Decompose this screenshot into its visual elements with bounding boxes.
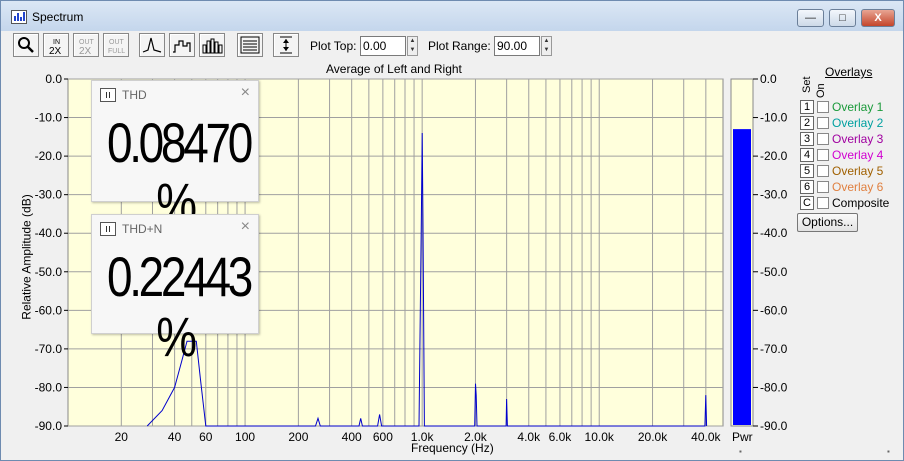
meter-pause-icon[interactable] bbox=[100, 222, 116, 236]
overlay-set-button[interactable]: 1 bbox=[800, 100, 814, 114]
options-button[interactable]: Options... bbox=[797, 213, 858, 232]
overlay-label: Overlay 6 bbox=[832, 180, 884, 194]
x-tick-label: 20 bbox=[115, 430, 129, 444]
overlay-label: Overlay 1 bbox=[832, 100, 884, 114]
overlay-row: 3 Overlay 3 bbox=[800, 132, 904, 146]
overlay-on-checkbox[interactable] bbox=[817, 133, 829, 145]
x-axis-label: Frequency (Hz) bbox=[411, 441, 494, 455]
y-tick-label: 0.0 bbox=[45, 72, 62, 86]
x-tick-label: 200 bbox=[288, 430, 308, 444]
power-meter-label: Pwr bbox=[732, 430, 753, 444]
power-tick-label: -60.0 bbox=[760, 303, 788, 317]
overlay-on-checkbox[interactable] bbox=[817, 165, 829, 177]
x-tick-label: 40.0k bbox=[691, 430, 721, 444]
power-tick-label: -70.0 bbox=[760, 342, 788, 356]
overlay-row: 5 Overlay 5 bbox=[800, 164, 904, 178]
overlay-on-checkbox[interactable] bbox=[817, 197, 829, 209]
thdn-value: 0.22443 % bbox=[106, 245, 253, 368]
x-tick-label: 400 bbox=[342, 430, 362, 444]
overlay-set-button[interactable]: 2 bbox=[800, 116, 814, 130]
y-tick-label: -90.0 bbox=[35, 419, 63, 433]
y-tick-label: -20.0 bbox=[35, 149, 63, 163]
on-column-header: On bbox=[815, 83, 827, 98]
thdn-meter-panel[interactable]: THD+N × 0.22443 % bbox=[91, 214, 259, 367]
thd-meter-name: THD bbox=[122, 88, 147, 102]
power-tick-label: -50.0 bbox=[760, 265, 788, 279]
overlay-row: 2 Overlay 2 bbox=[800, 116, 904, 130]
overlay-set-button[interactable]: 3 bbox=[800, 132, 814, 146]
overlay-on-checkbox[interactable] bbox=[817, 181, 829, 193]
overlay-row: 6 Overlay 6 bbox=[800, 180, 904, 194]
power-tick-label: -90.0 bbox=[760, 419, 788, 433]
x-tick-label: 20.0k bbox=[638, 430, 668, 444]
power-tick-label: -40.0 bbox=[760, 226, 788, 240]
overlay-row: 1 Overlay 1 bbox=[800, 100, 904, 114]
overlay-row: C Composite bbox=[800, 196, 904, 210]
y-tick-label: -40.0 bbox=[35, 226, 63, 240]
thd-meter-header[interactable]: THD × bbox=[92, 81, 258, 107]
x-tick-label: 4.0k bbox=[517, 430, 541, 444]
y-tick-label: -70.0 bbox=[35, 342, 63, 356]
power-tick-label: -20.0 bbox=[760, 149, 788, 163]
x-tick-label: 10.0k bbox=[585, 430, 615, 444]
y-tick-label: -60.0 bbox=[35, 303, 63, 317]
overlay-on-checkbox[interactable] bbox=[817, 149, 829, 161]
y-tick-label: -80.0 bbox=[35, 380, 63, 394]
power-tick-label: -10.0 bbox=[760, 111, 788, 125]
power-tick-label: 0.0 bbox=[760, 72, 777, 86]
overlay-set-button[interactable]: C bbox=[800, 196, 814, 210]
x-tick-label: 60 bbox=[199, 430, 213, 444]
thd-close-icon[interactable]: × bbox=[241, 84, 250, 102]
thdn-close-icon[interactable]: × bbox=[241, 218, 250, 236]
overlay-label: Overlay 5 bbox=[832, 164, 884, 178]
thdn-meter-name: THD+N bbox=[122, 222, 163, 236]
x-tick-label: 6.0k bbox=[549, 430, 573, 444]
overlays-title: Overlays bbox=[825, 65, 873, 79]
resize-grip-corner[interactable]: ▪ bbox=[887, 447, 890, 456]
overlay-on-checkbox[interactable] bbox=[817, 117, 829, 129]
power-tick-label: -80.0 bbox=[760, 380, 788, 394]
overlay-label: Overlay 2 bbox=[832, 116, 884, 130]
power-meter-bar bbox=[733, 129, 751, 425]
power-tick-label: -30.0 bbox=[760, 188, 788, 202]
y-tick-label: -50.0 bbox=[35, 265, 63, 279]
overlay-set-button[interactable]: 4 bbox=[800, 148, 814, 162]
overlay-label: Composite bbox=[832, 196, 890, 210]
y-tick-label: -10.0 bbox=[35, 111, 63, 125]
x-tick-label: 100 bbox=[235, 430, 255, 444]
y-axis-label: Relative Amplitude (dB) bbox=[19, 194, 34, 320]
plot-title: Average of Left and Right bbox=[326, 62, 462, 76]
y-tick-label: -30.0 bbox=[35, 188, 63, 202]
x-tick-label: 600 bbox=[373, 430, 393, 444]
set-column-header: Set bbox=[801, 76, 813, 93]
meter-pause-icon[interactable] bbox=[100, 88, 116, 102]
thd-meter-panel[interactable]: THD × 0.08470 % bbox=[91, 80, 259, 233]
overlay-set-button[interactable]: 6 bbox=[800, 180, 814, 194]
overlay-set-button[interactable]: 5 bbox=[800, 164, 814, 178]
thdn-meter-header[interactable]: THD+N × bbox=[92, 215, 258, 241]
overlay-label: Overlay 4 bbox=[832, 148, 884, 162]
overlay-label: Overlay 3 bbox=[832, 132, 884, 146]
resize-grip-small[interactable]: ▪ bbox=[739, 447, 742, 456]
x-tick-label: 40 bbox=[168, 430, 182, 444]
overlay-on-checkbox[interactable] bbox=[817, 101, 829, 113]
overlay-row: 4 Overlay 4 bbox=[800, 148, 904, 162]
